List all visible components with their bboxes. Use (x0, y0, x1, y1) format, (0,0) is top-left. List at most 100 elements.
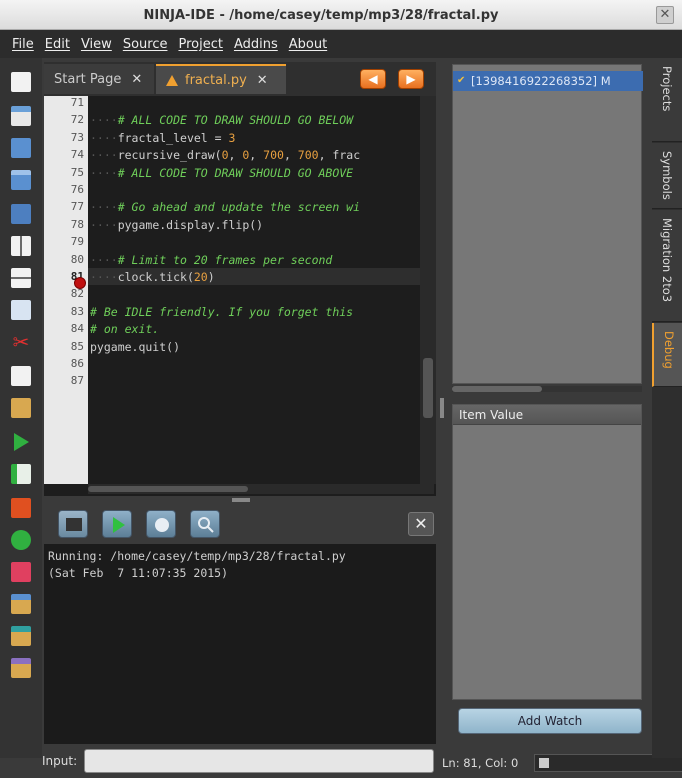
stop-icon[interactable] (11, 498, 31, 518)
code-line: ····fractal_level = 3 (90, 130, 236, 145)
open-file-icon[interactable] (11, 138, 31, 158)
line-number: 87 (70, 374, 84, 388)
whitespace-marker: ···· (90, 113, 118, 128)
tab-label: Symbols (660, 151, 674, 200)
code-comment: # ALL CODE TO DRAW SHOULD GO ABOVE (117, 165, 354, 180)
editor-console-splitter[interactable] (232, 498, 250, 502)
file-icon (539, 758, 549, 768)
copy-icon[interactable] (11, 366, 31, 386)
close-icon[interactable]: ✕ (257, 73, 268, 88)
line-number: 74 (70, 148, 84, 162)
console-icon[interactable] (58, 510, 88, 538)
tab-start-page[interactable]: Start Page ✕ (44, 64, 154, 94)
preview-web-icon[interactable] (11, 530, 31, 550)
navigate-back-button[interactable]: ◀ (360, 69, 386, 89)
code-token: ) (207, 270, 215, 284)
console-input-field[interactable] (84, 749, 434, 773)
scroll-thumb[interactable] (88, 486, 248, 492)
project-tree-item[interactable]: [1398416922268352] M (453, 71, 643, 91)
code-number: 3 (228, 130, 236, 145)
console-line: Running: /home/casey/temp/mp3/28/fractal… (48, 549, 346, 563)
save-icon[interactable] (11, 204, 31, 224)
input-label: Input: (42, 754, 78, 768)
whitespace-marker: ···· (90, 252, 118, 267)
console-output[interactable]: Running: /home/casey/temp/mp3/28/fractal… (44, 544, 436, 744)
scroll-thumb[interactable] (452, 386, 542, 392)
tab-symbols[interactable]: Symbols (652, 143, 682, 209)
line-number: 79 (70, 235, 84, 249)
remove-trailing-spaces-icon[interactable] (11, 562, 31, 582)
indent-more-icon[interactable] (11, 594, 31, 614)
tab-fractal-py[interactable]: fractal.py ✕ (156, 64, 286, 94)
split-horizontal-icon[interactable] (11, 268, 31, 288)
cut-icon[interactable]: ✂ (11, 332, 31, 352)
code-text: fractal_level = 3 (118, 131, 236, 145)
scroll-thumb[interactable] (423, 358, 433, 418)
watch-list[interactable]: Item Value (452, 404, 642, 700)
code-token: clock.tick( (117, 270, 194, 284)
project-tree-scrollbar[interactable] (452, 386, 642, 392)
follow-mode-icon[interactable] (11, 300, 31, 320)
menu-bar: File Edit View Source Project Addins Abo… (0, 30, 682, 58)
menu-source[interactable]: Source (123, 37, 168, 52)
code-line: # Be IDLE friendly. If you forget this (90, 305, 353, 319)
code-text: recursive_draw(0, 0, 700, 700, frac (118, 148, 360, 162)
code-line: ····# ALL CODE TO DRAW SHOULD GO ABOVE (90, 165, 354, 180)
line-number: 77 (70, 200, 84, 214)
code-editor[interactable]: 7172737475767778798081828384858687 ····#… (44, 96, 436, 496)
whitespace-marker: ···· (90, 217, 118, 232)
editor-horizontal-scrollbar[interactable] (88, 484, 434, 494)
menu-file[interactable]: File (12, 37, 34, 52)
menu-edit[interactable]: Edit (45, 37, 70, 52)
navigate-forward-button[interactable]: ▶ (398, 69, 424, 89)
indent-less-icon[interactable] (11, 626, 31, 646)
code-number: 0 (221, 148, 229, 163)
run-file-icon[interactable] (11, 464, 31, 484)
paste-icon[interactable] (11, 398, 31, 418)
split-vertical-icon[interactable] (11, 236, 31, 256)
window-close-button[interactable]: ✕ (656, 6, 674, 24)
new-file-icon[interactable] (11, 72, 31, 92)
whitespace-marker: ···· (90, 200, 118, 215)
line-number: 82 (70, 287, 84, 301)
code-line: ····# Go ahead and update the screen wi (90, 200, 360, 215)
new-project-icon[interactable] (11, 106, 31, 126)
breakpoint-marker[interactable] (74, 277, 86, 289)
tab-migration[interactable]: Migration 2to3 (652, 210, 682, 322)
menu-view[interactable]: View (81, 37, 112, 52)
tab-label: Migration 2to3 (660, 218, 674, 303)
line-number: 85 (70, 339, 84, 353)
code-comment: # ALL CODE TO DRAW SHOULD GO BELOW (117, 113, 354, 128)
watch-header: Item Value (453, 405, 641, 425)
code-line: ····clock.tick(20) (90, 270, 215, 284)
code-token: , (283, 148, 298, 163)
tab-projects[interactable]: Projects (652, 58, 682, 142)
code-comment: # Limit to 20 frames per second (117, 252, 333, 267)
add-watch-button[interactable]: Add Watch (458, 708, 642, 734)
tab-label: Projects (660, 66, 674, 112)
panel-splitter[interactable] (440, 398, 444, 418)
run-icon[interactable] (102, 510, 132, 538)
tab-debug[interactable]: Debug (652, 323, 682, 387)
code-token: pygame.display.flip() (117, 217, 264, 232)
editor-vertical-scrollbar[interactable] (420, 96, 436, 484)
code-line: # on exit. (90, 322, 159, 336)
console-close-button[interactable]: ✕ (408, 512, 434, 536)
code-line: ····# Limit to 20 frames per second (90, 252, 333, 267)
menu-addins[interactable]: Addins (234, 37, 278, 52)
comment-icon[interactable] (11, 658, 31, 678)
close-icon[interactable]: ✕ (131, 72, 142, 87)
code-token: fractal_level = (117, 130, 229, 145)
code-line: ····recursive_draw(0, 0, 700, 700, frac (90, 148, 360, 162)
menu-project[interactable]: Project (178, 37, 222, 52)
code-text: pygame.display.flip() (118, 218, 263, 232)
project-tree[interactable]: [1398416922268352] M (452, 64, 643, 384)
line-number: 83 (70, 304, 84, 318)
whitespace-marker: ···· (90, 130, 118, 145)
search-icon[interactable] (190, 510, 220, 538)
run-project-icon[interactable] (11, 432, 31, 452)
code-area[interactable]: ····# ALL CODE TO DRAW SHOULD GO BELOW ··… (88, 96, 420, 484)
web-preview-icon[interactable] (146, 510, 176, 538)
menu-about[interactable]: About (289, 37, 327, 52)
open-project-icon[interactable] (11, 170, 31, 190)
